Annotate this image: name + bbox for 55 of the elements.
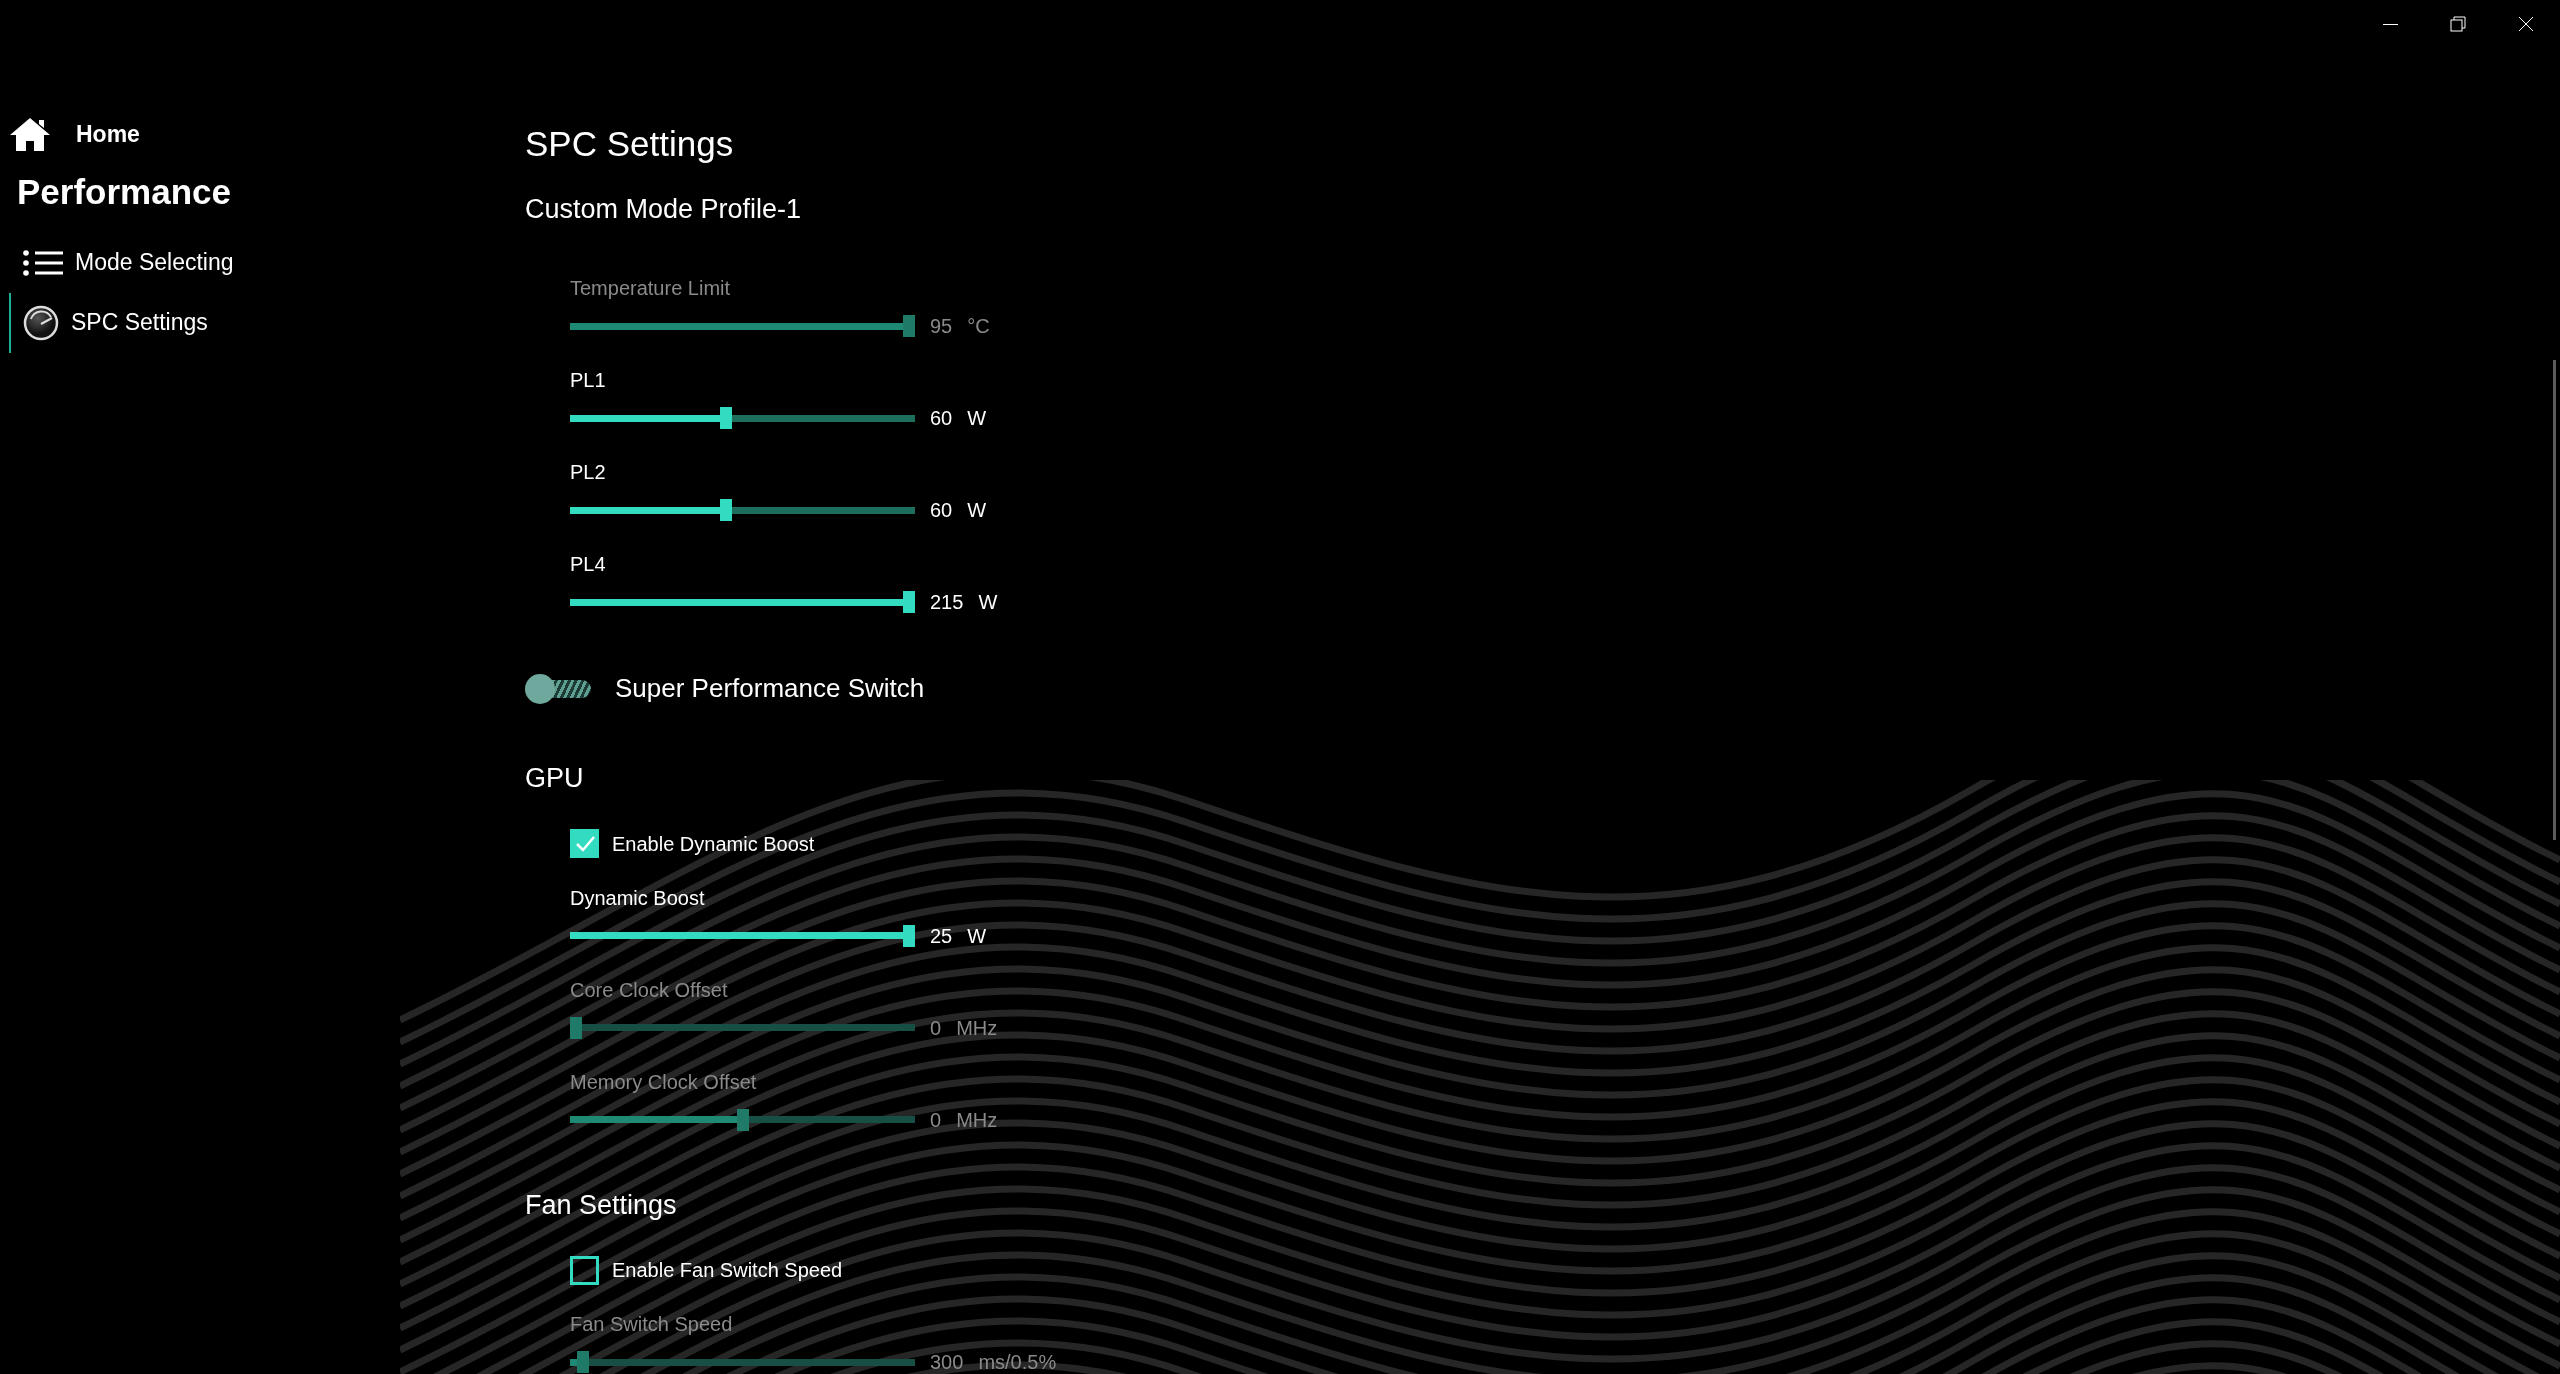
- slider-value: 60: [930, 406, 953, 431]
- checkbox[interactable]: [570, 1255, 599, 1285]
- slider[interactable]: [570, 1016, 915, 1039]
- slider-unit: MHz: [956, 1015, 998, 1041]
- checkbox-label: Enable Dynamic Boost: [612, 831, 815, 857]
- scrollbar[interactable]: [2553, 360, 2556, 840]
- slider-thumb[interactable]: [719, 407, 732, 429]
- slider[interactable]: [570, 407, 915, 429]
- section-heading: GPU: [525, 762, 585, 795]
- slider-fill: [570, 1358, 577, 1366]
- slider-label: Fan Switch Speed: [570, 1313, 734, 1336]
- slider[interactable]: [570, 591, 915, 613]
- slider-label: Temperature Limit: [570, 277, 732, 300]
- slider-value: 95: [930, 314, 953, 339]
- slider[interactable]: [570, 1351, 915, 1373]
- list-icon: [23, 249, 63, 276]
- slider-value: 0: [930, 1015, 942, 1041]
- slider-unit: ms/0.5%: [978, 1350, 1057, 1374]
- slider-label: Dynamic Boost: [570, 886, 706, 910]
- sidebar-item[interactable]: SPC Settings: [9, 292, 525, 353]
- slider-label: Core Clock Offset: [570, 978, 729, 1002]
- slider-label: PL2: [570, 461, 607, 484]
- slider-thumb[interactable]: [903, 591, 915, 613]
- slider-value: 60: [930, 498, 953, 523]
- checkbox-label: Enable Fan Switch Speed: [612, 1258, 843, 1283]
- slider[interactable]: [570, 315, 915, 337]
- slider-value: 25: [930, 923, 953, 949]
- page-title: SPC Settings: [525, 123, 735, 165]
- slider-label: PL1: [570, 369, 607, 392]
- checkbox[interactable]: [570, 829, 599, 858]
- toggle-switch[interactable]: [525, 673, 591, 704]
- slider-unit: W: [978, 590, 998, 615]
- slider-label: PL4: [570, 553, 607, 576]
- slider-unit: MHz: [956, 1107, 998, 1133]
- slider-value: 0: [930, 1107, 942, 1133]
- slider-unit: W: [967, 406, 987, 431]
- slider[interactable]: [570, 1108, 915, 1131]
- slider-thumb[interactable]: [719, 499, 732, 521]
- sidebar-item[interactable]: Mode Selecting: [9, 232, 525, 293]
- switch-label: Super Performance Switch: [615, 672, 925, 705]
- home-link[interactable]: Home: [76, 116, 140, 152]
- slider[interactable]: [570, 499, 915, 521]
- home-icon[interactable]: [9, 116, 51, 152]
- section-heading: Fan Settings: [525, 1188, 678, 1222]
- slider-label: Memory Clock Offset: [570, 1070, 758, 1094]
- slider-unit: W: [967, 498, 987, 523]
- section-heading: Custom Mode Profile-1: [525, 192, 803, 226]
- slider-unit: W: [967, 923, 987, 949]
- slider-unit: °C: [967, 314, 990, 339]
- gauge-icon: [23, 304, 59, 341]
- slider[interactable]: [570, 924, 915, 947]
- sidebar-heading: Performance: [17, 171, 232, 213]
- slider-thumb[interactable]: [903, 924, 915, 947]
- slider-value: 215: [930, 590, 964, 615]
- slider-value: 300: [930, 1350, 964, 1374]
